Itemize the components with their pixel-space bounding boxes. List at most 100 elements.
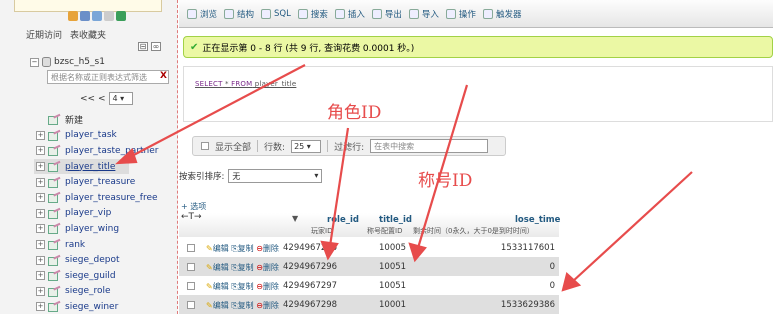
collapse-toggle-icon[interactable]: − (30, 57, 39, 67)
clear-filter-button[interactable]: X (160, 71, 167, 81)
tree-item-label[interactable]: siege_role (65, 286, 111, 296)
database-icon[interactable] (92, 11, 102, 21)
column-dropdown-icon[interactable]: ▼ (292, 214, 298, 223)
settings-icon[interactable] (116, 11, 126, 21)
expand-toggle-icon[interactable]: + (36, 193, 45, 203)
col-lose-time-header[interactable]: lose_time (515, 215, 560, 225)
toolbar-tab[interactable]: 搜索 (297, 8, 328, 20)
tree-item[interactable]: + player_title (34, 158, 129, 175)
logout-icon[interactable] (80, 11, 90, 21)
sort-select[interactable]: 无 ▾ (228, 169, 323, 183)
copy-link[interactable]: 复制 (238, 244, 254, 253)
expand-toggle-icon[interactable]: + (36, 130, 45, 140)
cell-lose-time[interactable]: 0 (550, 281, 555, 291)
show-all-checkbox[interactable] (201, 142, 209, 150)
tree-item[interactable]: + player_taste_partner (36, 143, 159, 159)
toolbar-tab[interactable]: SQL (261, 8, 291, 19)
tree-item-label[interactable]: player_title (65, 162, 115, 172)
cell-title-id[interactable]: 10051 (379, 262, 406, 272)
tree-item-label[interactable]: player_vip (65, 208, 111, 218)
edit-link[interactable]: 编辑 (213, 263, 229, 272)
edit-link[interactable]: 编辑 (213, 301, 229, 310)
toolbar-tab[interactable]: 结构 (224, 8, 254, 20)
home-icon[interactable] (68, 11, 78, 21)
toolbar-tab[interactable]: 操作 (445, 8, 476, 20)
options-link[interactable]: + 选项 (181, 201, 206, 212)
expand-toggle-icon[interactable]: + (36, 224, 45, 234)
expand-toggle-icon[interactable]: + (36, 255, 45, 265)
favorites-tab[interactable]: 表收藏夹 (70, 28, 106, 41)
expand-toggle-icon[interactable]: + (36, 271, 45, 281)
database-node[interactable]: − bzsc_h5_s1 (30, 57, 105, 67)
cell-lose-time[interactable]: 0 (550, 262, 555, 272)
cell-title-id[interactable]: 10001 (379, 300, 406, 310)
cell-role-id[interactable]: 4294967297 (283, 281, 337, 291)
tree-item-label[interactable]: player_treasure_free (65, 193, 158, 203)
tree-item-label[interactable]: siege_depot (65, 255, 119, 265)
expand-toggle-icon[interactable]: + (36, 177, 45, 187)
tree-item[interactable]: + player_treasure (36, 174, 159, 190)
delete-icon[interactable]: ⊖ (256, 244, 263, 253)
expand-toggle-icon[interactable]: + (36, 208, 45, 218)
cell-role-id[interactable]: 4294967298 (283, 300, 337, 310)
cell-title-id[interactable]: 10051 (379, 281, 406, 291)
recent-tab[interactable]: 近期访问 (26, 28, 62, 41)
col-title-id-header[interactable]: title_id (379, 215, 412, 225)
expand-toggle-icon[interactable]: + (36, 146, 45, 156)
rows-select[interactable]: 25 ▾ (291, 139, 322, 153)
tree-item[interactable]: + siege_winer (36, 299, 159, 314)
expand-toggle-icon[interactable]: + (36, 286, 45, 296)
delete-link[interactable]: 删除 (263, 282, 279, 291)
edit-link[interactable]: 编辑 (213, 282, 229, 291)
prev-page-button[interactable]: << < (80, 94, 105, 104)
delete-icon[interactable]: ⊖ (256, 301, 263, 310)
tree-item-label[interactable]: siege_guild (65, 271, 116, 281)
tree-item-label[interactable]: rank (65, 240, 85, 250)
column-move-arrows[interactable]: ←T→ (181, 212, 202, 222)
row-checkbox[interactable] (187, 282, 195, 290)
sql-query-text[interactable]: SELECT * FROM player_title (195, 80, 296, 88)
tree-item[interactable]: + player_vip (36, 206, 159, 222)
edit-link[interactable]: 编辑 (213, 244, 229, 253)
toolbar-tab[interactable]: 插入 (334, 8, 365, 20)
delete-link[interactable]: 删除 (263, 263, 279, 272)
edit-icon[interactable]: ✎ (206, 263, 213, 272)
edit-icon[interactable]: ✎ (206, 282, 213, 291)
toolbar-tab[interactable]: 触发器 (482, 8, 521, 20)
col-role-id-header[interactable]: role_id (327, 215, 359, 225)
tree-item-label[interactable]: siege_winer (65, 302, 118, 312)
cell-title-id[interactable]: 10005 (379, 243, 406, 253)
cell-role-id[interactable]: 4294967296 (283, 262, 337, 272)
cell-role-id[interactable]: 4294967296 (283, 243, 337, 253)
tree-item-label[interactable]: player_taste_partner (65, 146, 159, 156)
toolbar-tab[interactable]: 导出 (371, 8, 402, 20)
copy-link[interactable]: 复制 (238, 301, 254, 310)
tree-item-label[interactable]: player_wing (65, 224, 119, 234)
delete-icon[interactable]: ⊖ (256, 282, 263, 291)
cell-lose-time[interactable]: 1533117601 (501, 243, 555, 253)
tree-item[interactable]: 新建 (36, 112, 159, 128)
row-checkbox[interactable] (187, 244, 195, 252)
delete-icon[interactable]: ⊖ (256, 263, 263, 272)
tree-item[interactable]: + player_wing (36, 221, 159, 237)
tree-item[interactable]: + siege_guild (36, 268, 159, 284)
tree-item[interactable]: + player_task (36, 128, 159, 144)
tree-item-label[interactable]: player_treasure (65, 177, 135, 187)
edit-icon[interactable]: ✎ (206, 244, 213, 253)
expand-toggle-icon[interactable]: + (36, 162, 45, 172)
tree-item[interactable]: + rank (36, 237, 159, 253)
tree-item-label[interactable]: 新建 (65, 113, 83, 126)
delete-link[interactable]: 删除 (263, 244, 279, 253)
row-checkbox[interactable] (187, 301, 195, 309)
page-select[interactable]: 4 ▾ (109, 92, 134, 105)
delete-link[interactable]: 删除 (263, 301, 279, 310)
collapse-all-icon[interactable]: ⊟ (138, 42, 148, 51)
toolbar-tab[interactable]: 导入 (408, 8, 439, 20)
copy-link[interactable]: 复制 (238, 282, 254, 291)
tree-item[interactable]: + player_treasure_free (36, 190, 159, 206)
database-name[interactable]: bzsc_h5_s1 (54, 57, 105, 67)
copy-link[interactable]: 复制 (238, 263, 254, 272)
edit-icon[interactable]: ✎ (206, 301, 213, 310)
tree-item[interactable]: + siege_role (36, 284, 159, 300)
tree-item[interactable]: + siege_depot (36, 252, 159, 268)
